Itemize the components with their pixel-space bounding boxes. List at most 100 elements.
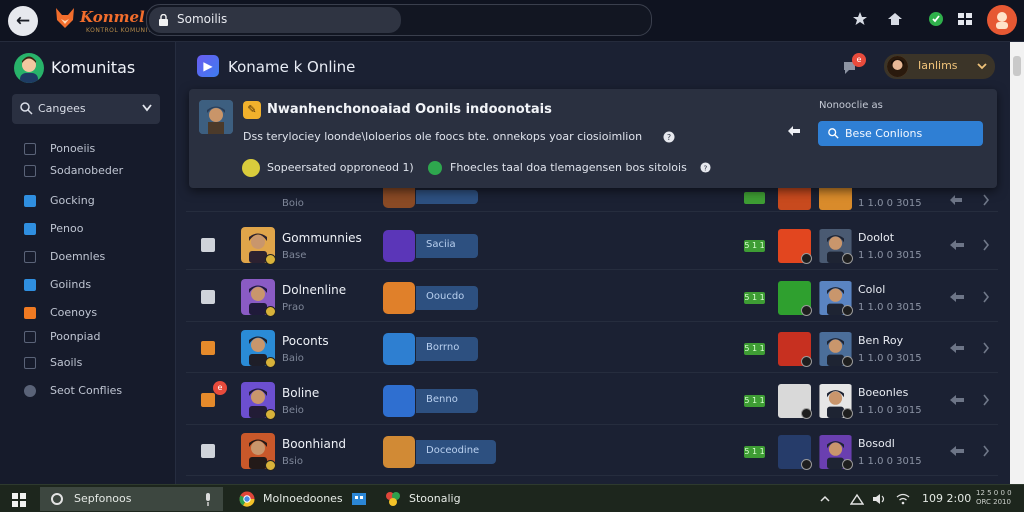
- svg-text:?: ?: [704, 163, 708, 172]
- microphone-icon[interactable]: [203, 493, 213, 506]
- chevron-right-icon[interactable]: [982, 291, 990, 303]
- row-checkbox[interactable]: [201, 392, 215, 407]
- member-name[interactable]: Poconts: [282, 334, 329, 348]
- share-icon[interactable]: [949, 445, 965, 457]
- grid-icon[interactable]: [957, 11, 973, 27]
- row-checkbox[interactable]: [201, 238, 215, 252]
- member-name[interactable]: Boline: [282, 386, 319, 400]
- game-tag[interactable]: Ooucdo: [416, 285, 478, 310]
- sidebar-item[interactable]: Gocking: [24, 192, 164, 210]
- game-icon[interactable]: [383, 436, 415, 468]
- profile-avatar[interactable]: [987, 5, 1017, 35]
- primary-action-button[interactable]: Bese Conlions: [818, 121, 983, 146]
- help-icon[interactable]: ?: [700, 162, 711, 173]
- user-menu[interactable]: Ianlims: [884, 54, 995, 79]
- brand-name[interactable]: Konmel: [80, 8, 145, 26]
- home-icon[interactable]: [887, 11, 903, 27]
- table-row[interactable]: Poconts Baio Borrno 5 1 1 Ben Roy 1 1.0 0 301…: [186, 323, 998, 373]
- sidebar-item[interactable]: Goiinds: [24, 276, 164, 294]
- store-icon[interactable]: [352, 492, 366, 506]
- sidebar-item[interactable]: Sodanobeder: [24, 162, 164, 180]
- opponent-name[interactable]: Colol: [858, 283, 885, 296]
- opponent-badge-icon: [842, 407, 853, 419]
- help-icon[interactable]: ?: [663, 131, 675, 143]
- sidebar: Komunitas Cangees Ponoeiis Sodanobeder Goc…: [0, 42, 176, 484]
- share-icon[interactable]: [949, 342, 965, 354]
- chevron-up-icon[interactable]: [820, 494, 830, 504]
- taskbar-app-game[interactable]: Stoonalig: [382, 488, 472, 510]
- member-name[interactable]: Boonhiand: [282, 437, 346, 451]
- category-dropdown[interactable]: Cangees: [12, 94, 160, 124]
- address-bar-container[interactable]: Somoilis: [146, 4, 652, 36]
- share-icon[interactable]: [949, 291, 965, 303]
- game-tag[interactable]: Benno: [416, 388, 478, 413]
- row-checkbox[interactable]: [201, 289, 215, 304]
- share-icon[interactable]: [949, 194, 963, 206]
- taskbar-search[interactable]: Sepfonoos: [40, 487, 223, 511]
- svg-text:?: ?: [667, 133, 671, 142]
- member-subtitle: Beio: [282, 404, 304, 416]
- back-button[interactable]: ←: [8, 6, 38, 36]
- game-icon[interactable]: [383, 333, 415, 365]
- opponent-name[interactable]: Bosodl: [858, 437, 895, 450]
- table-row[interactable]: e Boline Beio Benno 5 1 1 Boeonles 1 1.0 0 301…: [186, 375, 998, 425]
- scroll-thumb[interactable]: [1013, 56, 1021, 76]
- sidebar-item[interactable]: Saoils: [24, 354, 164, 372]
- game-tag[interactable]: Saciia: [416, 234, 478, 258]
- search-icon: [20, 102, 33, 115]
- browser-toolbar: ← Konmel KONTROL KOMUNITAS Somoilis: [0, 0, 1024, 42]
- settings-icon[interactable]: [852, 11, 868, 27]
- game-tag[interactable]: [416, 190, 478, 204]
- windows-start-icon[interactable]: [12, 493, 26, 507]
- address-bar[interactable]: Somoilis: [149, 7, 401, 33]
- game-icon[interactable]: [383, 230, 415, 262]
- extension-icon[interactable]: [928, 11, 944, 27]
- clock[interactable]: 109 2:00: [922, 492, 971, 505]
- opponent-name[interactable]: Ben Roy: [858, 334, 903, 347]
- score-badge: 5 1 1: [744, 240, 765, 252]
- score-badge: [744, 192, 765, 204]
- share-icon[interactable]: [949, 239, 965, 251]
- table-row[interactable]: Gommunnies Base Saciia 5 1 1 Doolot 1 1.0 0 3…: [186, 220, 998, 270]
- community-avatar[interactable]: [14, 53, 44, 83]
- sidebar-item[interactable]: Seot Conflies: [24, 382, 164, 400]
- level-badge-icon: [265, 254, 276, 265]
- sidebar-item-label: Saoils: [50, 356, 83, 369]
- table-row[interactable]: Dolnenline Prao Ooucdo 5 1 1 Colol 1 1.0 0 30…: [186, 272, 998, 322]
- chevron-right-icon[interactable]: [982, 342, 990, 354]
- wifi-icon[interactable]: [896, 493, 910, 505]
- opponent-name[interactable]: Doolot: [858, 231, 894, 244]
- row-checkbox[interactable]: [201, 341, 215, 355]
- row-checkbox[interactable]: [201, 444, 215, 458]
- game-icon[interactable]: [383, 384, 415, 417]
- game-icon[interactable]: [383, 281, 415, 314]
- chevron-right-icon[interactable]: [982, 239, 990, 251]
- game-tag[interactable]: Borrno: [416, 337, 478, 361]
- sidebar-item[interactable]: Penoo: [24, 220, 164, 238]
- sidebar-item[interactable]: Doemnles: [24, 248, 164, 266]
- outline-square-icon: [24, 165, 36, 177]
- member-subtitle: Prao: [282, 301, 305, 313]
- scrollbar[interactable]: [1010, 42, 1024, 484]
- search-icon: [828, 128, 839, 139]
- volume-icon[interactable]: [872, 493, 886, 505]
- sidebar-item[interactable]: Coenoys: [24, 304, 164, 322]
- app-logo-icon: ▶: [197, 55, 219, 77]
- table-row-partial[interactable]: Boio 1 1.0 0 3015: [186, 176, 998, 212]
- taskbar-app-browser[interactable]: Molnoedoones: [236, 488, 346, 510]
- reply-icon[interactable]: [787, 125, 801, 137]
- table-row[interactable]: Boonhiand Bsio Doceodine 5 1 1 Bosodl 1 1.0 0…: [186, 426, 998, 476]
- opponent-name[interactable]: Boeonles: [858, 386, 908, 399]
- chevron-right-icon[interactable]: [982, 394, 990, 406]
- member-list: Boio 1 1.0 0 3015 Gommunnies Base Saciia 5 1 …: [176, 176, 1008, 484]
- match-time: 1 1.0 0 3015: [858, 404, 922, 416]
- chevron-right-icon[interactable]: [982, 194, 990, 206]
- sidebar-item[interactable]: Ponoeiis: [24, 140, 164, 158]
- sidebar-item[interactable]: Poonpiad: [24, 328, 164, 346]
- share-icon[interactable]: [949, 394, 965, 406]
- member-name[interactable]: Dolnenline: [282, 283, 346, 297]
- member-name[interactable]: Gommunnies: [282, 231, 362, 245]
- chevron-right-icon[interactable]: [982, 445, 990, 457]
- network-icon[interactable]: [850, 493, 864, 505]
- game-tag[interactable]: Doceodine: [416, 440, 496, 464]
